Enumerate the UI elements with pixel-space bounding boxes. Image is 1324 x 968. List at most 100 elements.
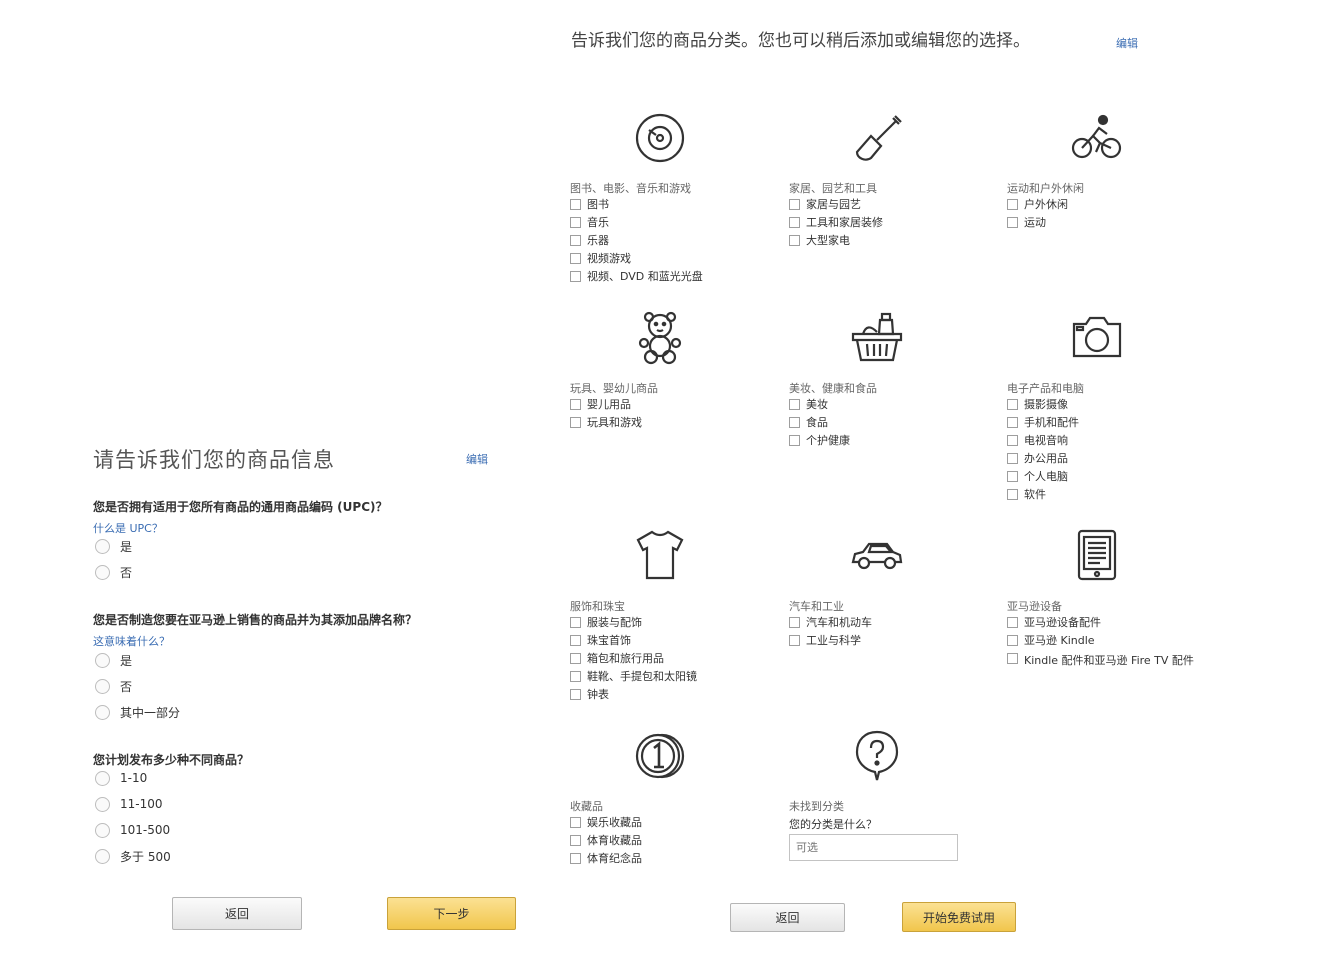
checkbox[interactable] xyxy=(570,417,581,428)
right-back-button[interactable]: 返回 xyxy=(730,903,845,932)
checkbox[interactable] xyxy=(1007,217,1018,228)
item-label: 家居与园艺 xyxy=(806,198,861,211)
checkbox[interactable] xyxy=(570,399,581,410)
category-item[interactable]: 视频、DVD 和蓝光光盘 xyxy=(570,270,703,288)
category-item[interactable]: Kindle 配件和亚马逊 Fire TV 配件 xyxy=(1007,652,1207,682)
shovel-icon xyxy=(849,110,905,166)
checkbox[interactable] xyxy=(570,817,581,828)
category-item[interactable]: 电视音响 xyxy=(1007,434,1079,452)
checkbox[interactable] xyxy=(570,671,581,682)
checkbox[interactable] xyxy=(789,617,800,628)
radio-button[interactable] xyxy=(95,770,110,786)
checkbox[interactable] xyxy=(789,235,800,246)
category-item[interactable]: 图书 xyxy=(570,198,703,216)
category-item[interactable]: 工具和家居装修 xyxy=(789,216,883,234)
category-item[interactable]: 食品 xyxy=(789,416,850,434)
category-item[interactable]: 软件 xyxy=(1007,488,1079,506)
category-item[interactable]: 手机和配件 xyxy=(1007,416,1079,434)
upc-option-yes[interactable]: 是 xyxy=(95,533,132,559)
category-item[interactable]: 摄影摄像 xyxy=(1007,398,1079,416)
category-item[interactable]: 运动 xyxy=(1007,216,1068,234)
radio-button[interactable] xyxy=(95,564,110,580)
category-item[interactable]: 婴儿用品 xyxy=(570,398,642,416)
item-label: 珠宝首饰 xyxy=(587,634,631,647)
category-item[interactable]: 玩具和游戏 xyxy=(570,416,642,434)
count-option-500-plus[interactable]: 多于 500 xyxy=(95,843,171,869)
checkbox[interactable] xyxy=(789,399,800,410)
checkbox[interactable] xyxy=(1007,435,1018,446)
brand-option-some[interactable]: 其中一部分 xyxy=(95,699,180,725)
radio-button[interactable] xyxy=(95,848,110,864)
checkbox[interactable] xyxy=(1007,489,1018,500)
category-item[interactable]: 汽车和机动车 xyxy=(789,616,872,634)
count-option-1-10[interactable]: 1-10 xyxy=(95,765,171,791)
category-item[interactable]: 美妆 xyxy=(789,398,850,416)
count-option-11-100[interactable]: 11-100 xyxy=(95,791,171,817)
right-edit-link[interactable]: 编辑 xyxy=(1116,35,1138,51)
category-title: 美妆、健康和食品 xyxy=(789,382,877,395)
left-edit-link[interactable]: 编辑 xyxy=(466,451,488,467)
checkbox[interactable] xyxy=(789,199,800,210)
checkbox[interactable] xyxy=(1007,471,1018,482)
category-item[interactable]: 娱乐收藏品 xyxy=(570,816,642,834)
checkbox[interactable] xyxy=(789,217,800,228)
checkbox[interactable] xyxy=(570,617,581,628)
category-item[interactable]: 珠宝首饰 xyxy=(570,634,697,652)
checkbox[interactable] xyxy=(1007,617,1018,628)
category-item[interactable]: 体育纪念品 xyxy=(570,852,642,870)
category-item[interactable]: 个护健康 xyxy=(789,434,850,452)
radio-button[interactable] xyxy=(95,538,110,554)
checkbox[interactable] xyxy=(570,199,581,210)
category-item[interactable]: 个人电脑 xyxy=(1007,470,1079,488)
category-item[interactable]: 亚马逊设备配件 xyxy=(1007,616,1207,634)
brand-option-no[interactable]: 否 xyxy=(95,673,180,699)
checkbox[interactable] xyxy=(570,653,581,664)
upc-option-no[interactable]: 否 xyxy=(95,559,132,585)
checkbox[interactable] xyxy=(570,253,581,264)
category-item[interactable]: 工业与科学 xyxy=(789,634,872,652)
checkbox[interactable] xyxy=(570,235,581,246)
radio-button[interactable] xyxy=(95,822,110,838)
checkbox[interactable] xyxy=(789,635,800,646)
category-title: 汽车和工业 xyxy=(789,600,844,613)
checkbox[interactable] xyxy=(1007,653,1018,664)
checkbox[interactable] xyxy=(1007,453,1018,464)
category-item[interactable]: 家居与园艺 xyxy=(789,198,883,216)
checkbox[interactable] xyxy=(570,271,581,282)
left-back-button[interactable]: 返回 xyxy=(172,897,302,930)
question-icon xyxy=(849,728,905,784)
checkbox[interactable] xyxy=(570,689,581,700)
count-option-101-500[interactable]: 101-500 xyxy=(95,817,171,843)
radio-button[interactable] xyxy=(95,652,110,668)
checkbox[interactable] xyxy=(789,417,800,428)
radio-button[interactable] xyxy=(95,704,110,720)
checkbox[interactable] xyxy=(1007,635,1018,646)
radio-button[interactable] xyxy=(95,796,110,812)
category-item[interactable]: 亚马逊 Kindle xyxy=(1007,634,1207,652)
checkbox[interactable] xyxy=(570,835,581,846)
category-item[interactable]: 音乐 xyxy=(570,216,703,234)
cyclist-icon xyxy=(1069,110,1125,166)
category-item[interactable]: 箱包和旅行用品 xyxy=(570,652,697,670)
checkbox[interactable] xyxy=(789,435,800,446)
category-item[interactable]: 大型家电 xyxy=(789,234,883,252)
checkbox[interactable] xyxy=(570,635,581,646)
brand-option-yes[interactable]: 是 xyxy=(95,647,180,673)
radio-button[interactable] xyxy=(95,678,110,694)
category-item[interactable]: 鞋靴、手提包和太阳镜 xyxy=(570,670,697,688)
category-item[interactable]: 办公用品 xyxy=(1007,452,1079,470)
next-button[interactable]: 下一步 xyxy=(387,897,516,930)
category-item[interactable]: 体育收藏品 xyxy=(570,834,642,852)
category-item[interactable]: 服装与配饰 xyxy=(570,616,697,634)
other-category-input[interactable] xyxy=(789,834,958,861)
category-item[interactable]: 户外休闲 xyxy=(1007,198,1068,216)
category-item[interactable]: 视频游戏 xyxy=(570,252,703,270)
start-free-trial-button[interactable]: 开始免费试用 xyxy=(902,902,1016,932)
category-item[interactable]: 乐器 xyxy=(570,234,703,252)
checkbox[interactable] xyxy=(570,853,581,864)
checkbox[interactable] xyxy=(1007,199,1018,210)
checkbox[interactable] xyxy=(1007,417,1018,428)
checkbox[interactable] xyxy=(1007,399,1018,410)
checkbox[interactable] xyxy=(570,217,581,228)
category-item[interactable]: 钟表 xyxy=(570,688,697,706)
